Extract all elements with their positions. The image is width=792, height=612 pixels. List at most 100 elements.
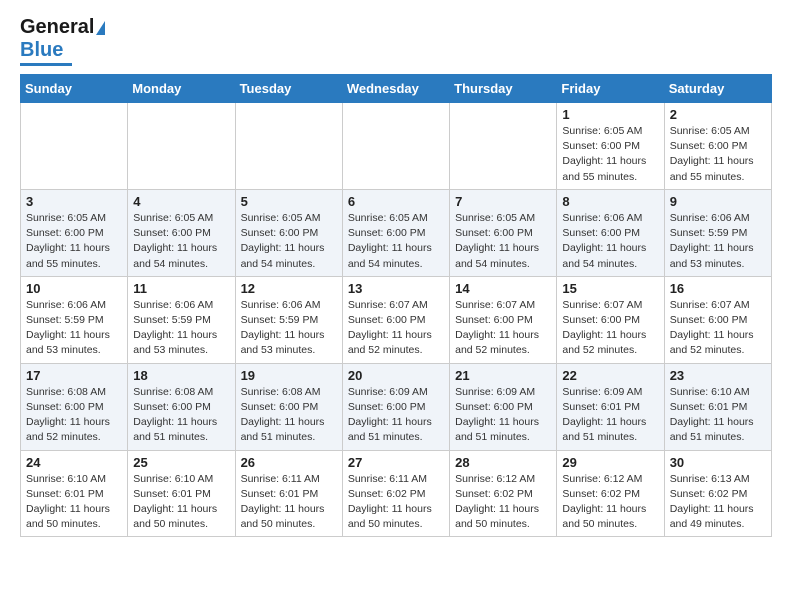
calendar-cell xyxy=(450,103,557,190)
day-number: 20 xyxy=(348,368,444,383)
calendar-cell: 24 Sunrise: 6:10 AMSunset: 6:01 PMDayligh… xyxy=(21,450,128,537)
day-info: Sunrise: 6:05 AMSunset: 6:00 PMDaylight:… xyxy=(26,211,122,272)
day-info: Sunrise: 6:12 AMSunset: 6:02 PMDaylight:… xyxy=(562,472,658,533)
day-number: 3 xyxy=(26,194,122,209)
calendar-cell xyxy=(128,103,235,190)
calendar-cell xyxy=(342,103,449,190)
day-info: Sunrise: 6:08 AMSunset: 6:00 PMDaylight:… xyxy=(26,385,122,446)
calendar-cell: 14 Sunrise: 6:07 AMSunset: 6:00 PMDayligh… xyxy=(450,276,557,363)
day-number: 29 xyxy=(562,455,658,470)
day-number: 30 xyxy=(670,455,766,470)
col-header-saturday: Saturday xyxy=(664,75,771,103)
calendar-cell: 20 Sunrise: 6:09 AMSunset: 6:00 PMDayligh… xyxy=(342,363,449,450)
calendar-cell: 30 Sunrise: 6:13 AMSunset: 6:02 PMDayligh… xyxy=(664,450,771,537)
calendar-cell: 9 Sunrise: 6:06 AMSunset: 5:59 PMDaylight… xyxy=(664,189,771,276)
logo: General Blue xyxy=(20,16,107,66)
col-header-friday: Friday xyxy=(557,75,664,103)
day-info: Sunrise: 6:05 AMSunset: 6:00 PMDaylight:… xyxy=(241,211,337,272)
calendar-cell: 4 Sunrise: 6:05 AMSunset: 6:00 PMDaylight… xyxy=(128,189,235,276)
calendar-cell: 21 Sunrise: 6:09 AMSunset: 6:00 PMDayligh… xyxy=(450,363,557,450)
day-info: Sunrise: 6:06 AMSunset: 5:59 PMDaylight:… xyxy=(670,211,766,272)
calendar-cell: 22Sunrise: 6:09 AMSunset: 6:01 PMDayligh… xyxy=(557,363,664,450)
day-number: 25 xyxy=(133,455,229,470)
day-info: Sunrise: 6:06 AMSunset: 5:59 PMDaylight:… xyxy=(133,298,229,359)
calendar-header-row: SundayMondayTuesdayWednesdayThursdayFrid… xyxy=(21,75,772,103)
col-header-sunday: Sunday xyxy=(21,75,128,103)
calendar-week-4: 17 Sunrise: 6:08 AMSunset: 6:00 PMDayligh… xyxy=(21,363,772,450)
day-number: 27 xyxy=(348,455,444,470)
day-info: Sunrise: 6:10 AMSunset: 6:01 PMDaylight:… xyxy=(670,385,766,446)
calendar-cell: 18 Sunrise: 6:08 AMSunset: 6:00 PMDayligh… xyxy=(128,363,235,450)
col-header-wednesday: Wednesday xyxy=(342,75,449,103)
day-number: 10 xyxy=(26,281,122,296)
col-header-thursday: Thursday xyxy=(450,75,557,103)
calendar-cell: 25 Sunrise: 6:10 AMSunset: 6:01 PMDayligh… xyxy=(128,450,235,537)
day-info: Sunrise: 6:08 AMSunset: 6:00 PMDaylight:… xyxy=(133,385,229,446)
calendar-cell xyxy=(235,103,342,190)
calendar-cell: 17 Sunrise: 6:08 AMSunset: 6:00 PMDayligh… xyxy=(21,363,128,450)
day-info: Sunrise: 6:05 AMSunset: 6:00 PMDaylight:… xyxy=(562,124,658,185)
calendar-cell: 10 Sunrise: 6:06 AMSunset: 5:59 PMDayligh… xyxy=(21,276,128,363)
calendar-cell: 1 Sunrise: 6:05 AMSunset: 6:00 PMDaylight… xyxy=(557,103,664,190)
day-number: 26 xyxy=(241,455,337,470)
day-info: Sunrise: 6:07 AMSunset: 6:00 PMDaylight:… xyxy=(455,298,551,359)
day-number: 18 xyxy=(133,368,229,383)
col-header-monday: Monday xyxy=(128,75,235,103)
calendar-cell: 15 Sunrise: 6:07 AMSunset: 6:00 PMDayligh… xyxy=(557,276,664,363)
day-number: 1 xyxy=(562,107,658,122)
day-info: Sunrise: 6:06 AMSunset: 6:00 PMDaylight:… xyxy=(562,211,658,272)
calendar-week-3: 10 Sunrise: 6:06 AMSunset: 5:59 PMDayligh… xyxy=(21,276,772,363)
day-number: 15 xyxy=(562,281,658,296)
day-info: Sunrise: 6:07 AMSunset: 6:00 PMDaylight:… xyxy=(562,298,658,359)
calendar-cell: 7Sunrise: 6:05 AMSunset: 6:00 PMDaylight… xyxy=(450,189,557,276)
day-info: Sunrise: 6:09 AMSunset: 6:00 PMDaylight:… xyxy=(455,385,551,446)
day-info: Sunrise: 6:11 AMSunset: 6:02 PMDaylight:… xyxy=(348,472,444,533)
day-number: 6 xyxy=(348,194,444,209)
day-number: 17 xyxy=(26,368,122,383)
day-info: Sunrise: 6:05 AMSunset: 6:00 PMDaylight:… xyxy=(133,211,229,272)
day-number: 23 xyxy=(670,368,766,383)
day-number: 7 xyxy=(455,194,551,209)
day-info: Sunrise: 6:05 AMSunset: 6:00 PMDaylight:… xyxy=(348,211,444,272)
day-info: Sunrise: 6:10 AMSunset: 6:01 PMDaylight:… xyxy=(26,472,122,533)
day-info: Sunrise: 6:07 AMSunset: 6:00 PMDaylight:… xyxy=(670,298,766,359)
day-number: 19 xyxy=(241,368,337,383)
calendar-cell: 3 Sunrise: 6:05 AMSunset: 6:00 PMDaylight… xyxy=(21,189,128,276)
day-number: 24 xyxy=(26,455,122,470)
day-number: 9 xyxy=(670,194,766,209)
day-number: 14 xyxy=(455,281,551,296)
day-number: 11 xyxy=(133,281,229,296)
day-number: 22 xyxy=(562,368,658,383)
day-number: 16 xyxy=(670,281,766,296)
calendar-week-2: 3 Sunrise: 6:05 AMSunset: 6:00 PMDaylight… xyxy=(21,189,772,276)
day-info: Sunrise: 6:06 AMSunset: 5:59 PMDaylight:… xyxy=(241,298,337,359)
calendar-table: SundayMondayTuesdayWednesdayThursdayFrid… xyxy=(20,74,772,537)
calendar-cell: 23 Sunrise: 6:10 AMSunset: 6:01 PMDayligh… xyxy=(664,363,771,450)
day-info: Sunrise: 6:06 AMSunset: 5:59 PMDaylight:… xyxy=(26,298,122,359)
day-number: 21 xyxy=(455,368,551,383)
day-info: Sunrise: 6:12 AMSunset: 6:02 PMDaylight:… xyxy=(455,472,551,533)
calendar-cell: 16 Sunrise: 6:07 AMSunset: 6:00 PMDayligh… xyxy=(664,276,771,363)
day-info: Sunrise: 6:09 AMSunset: 6:00 PMDaylight:… xyxy=(348,385,444,446)
day-number: 5 xyxy=(241,194,337,209)
page: General Blue SundayMondayTuesdayWednesda… xyxy=(0,0,792,553)
day-info: Sunrise: 6:08 AMSunset: 6:00 PMDaylight:… xyxy=(241,385,337,446)
day-info: Sunrise: 6:11 AMSunset: 6:01 PMDaylight:… xyxy=(241,472,337,533)
calendar-week-1: 1 Sunrise: 6:05 AMSunset: 6:00 PMDaylight… xyxy=(21,103,772,190)
calendar-cell: 11 Sunrise: 6:06 AMSunset: 5:59 PMDayligh… xyxy=(128,276,235,363)
day-number: 8 xyxy=(562,194,658,209)
day-info: Sunrise: 6:10 AMSunset: 6:01 PMDaylight:… xyxy=(133,472,229,533)
day-number: 4 xyxy=(133,194,229,209)
calendar-cell: 27 Sunrise: 6:11 AMSunset: 6:02 PMDayligh… xyxy=(342,450,449,537)
day-number: 28 xyxy=(455,455,551,470)
calendar-week-5: 24 Sunrise: 6:10 AMSunset: 6:01 PMDayligh… xyxy=(21,450,772,537)
calendar-cell: 8 Sunrise: 6:06 AMSunset: 6:00 PMDaylight… xyxy=(557,189,664,276)
calendar-cell: 5 Sunrise: 6:05 AMSunset: 6:00 PMDaylight… xyxy=(235,189,342,276)
day-info: Sunrise: 6:05 AMSunset: 6:00 PMDaylight:… xyxy=(670,124,766,185)
day-info: Sunrise: 6:07 AMSunset: 6:00 PMDaylight:… xyxy=(348,298,444,359)
day-number: 13 xyxy=(348,281,444,296)
col-header-tuesday: Tuesday xyxy=(235,75,342,103)
calendar-cell: 6 Sunrise: 6:05 AMSunset: 6:00 PMDaylight… xyxy=(342,189,449,276)
calendar-cell: 28 Sunrise: 6:12 AMSunset: 6:02 PMDayligh… xyxy=(450,450,557,537)
day-info: Sunrise: 6:13 AMSunset: 6:02 PMDaylight:… xyxy=(670,472,766,533)
